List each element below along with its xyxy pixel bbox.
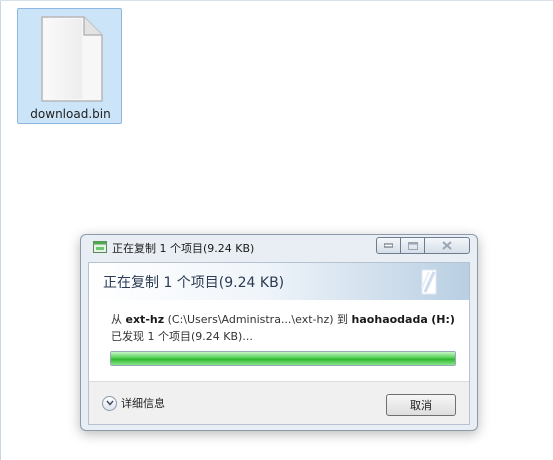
dialog-heading: 正在复制 1 个项目(9.24 KB) [103, 275, 285, 291]
more-details-toggle[interactable]: 详细信息 [102, 393, 165, 413]
source-folder-link[interactable]: ext-hz [126, 313, 165, 326]
expand-circle [102, 395, 117, 411]
copy-dialog: 正在复制 1 个项目(9.24 KB) 正在复制 1 个项目(9.24 KB) … [80, 234, 478, 431]
dialog-titlebar[interactable]: 正在复制 1 个项目(9.24 KB) [81, 235, 477, 259]
file-name-label: download.bin [30, 107, 111, 121]
from-prefix: 从 [111, 313, 122, 326]
source-path: (C:\Users\Administra...\ext-hz) [167, 313, 334, 326]
copy-window-icon [93, 241, 107, 253]
source-destination-line: 从 ext-hz (C:\Users\Administra...\ext-hz)… [111, 311, 455, 327]
close-button[interactable] [425, 237, 470, 254]
destination-drive: (H:) [431, 313, 455, 326]
minimize-button[interactable] [376, 237, 401, 254]
to-word: 到 [337, 313, 349, 326]
copy-progress-bar [110, 351, 456, 366]
minimize-icon [384, 243, 393, 248]
close-icon [442, 241, 452, 250]
destination-link[interactable]: haohaodada [352, 313, 428, 326]
dialog-title: 正在复制 1 个项目(9.24 KB) [112, 242, 255, 255]
maximize-icon [407, 241, 418, 250]
dialog-footer: 详细信息 取消 [89, 381, 469, 424]
window-edge [0, 0, 1, 460]
more-details-label: 详细信息 [121, 397, 165, 410]
copy-animation-icon [421, 269, 437, 295]
status-text: 已发现 1 个项目(9.24 KB)... [111, 330, 253, 343]
desktop-file-item[interactable]: download.bin [17, 8, 122, 124]
progress-fill [111, 352, 455, 365]
maximize-button[interactable] [401, 237, 425, 254]
dialog-header: 正在复制 1 个项目(9.24 KB) [89, 263, 469, 300]
cancel-button[interactable]: 取消 [386, 394, 456, 416]
chevron-down-icon [105, 400, 114, 406]
window-controls [376, 237, 473, 254]
window-top-edge [0, 0, 553, 1]
dialog-content: 正在复制 1 个项目(9.24 KB) 从 ext-hz (C:\Users\A… [88, 262, 470, 425]
blank-file-icon [41, 16, 103, 102]
